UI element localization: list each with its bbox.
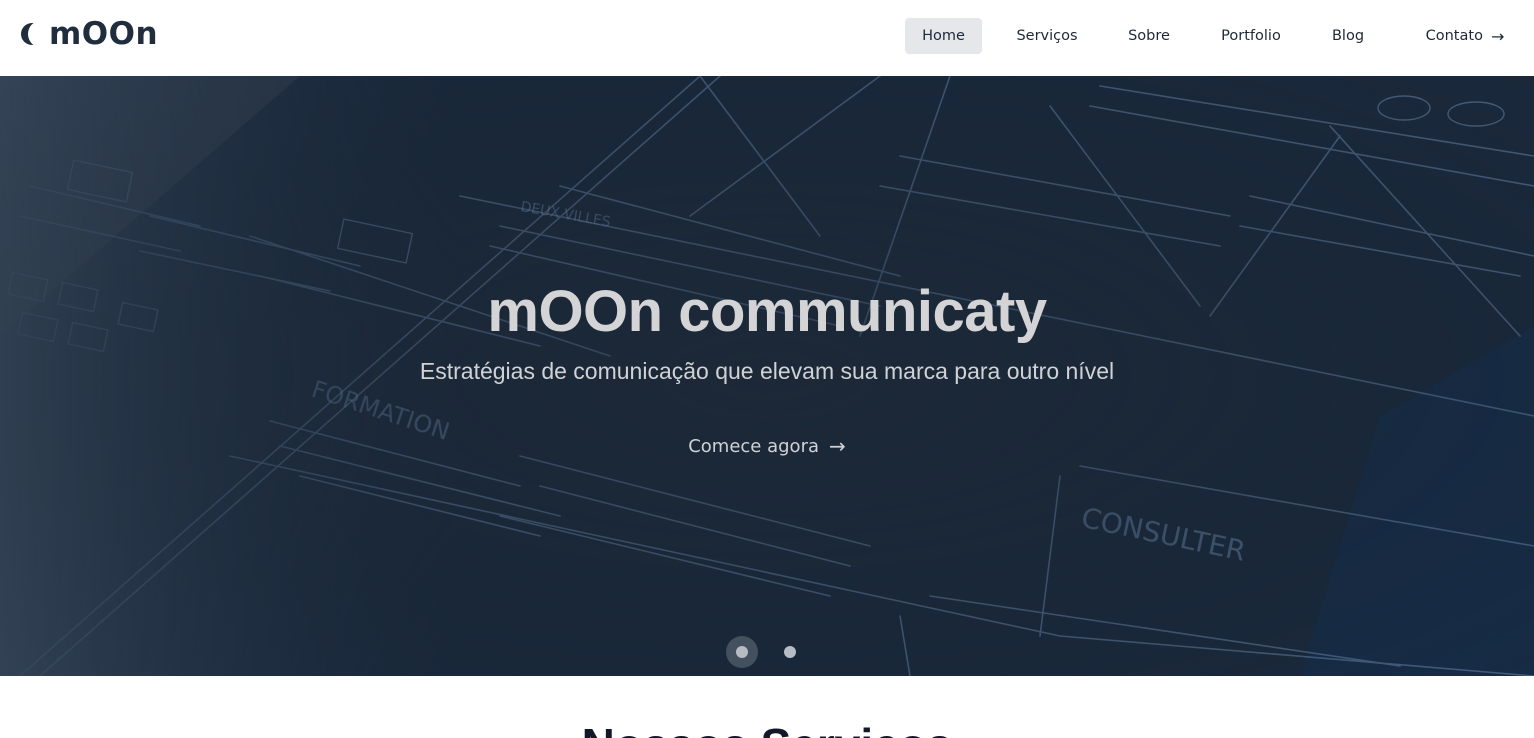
comece-agora-button[interactable]: Comece agora →	[667, 428, 867, 464]
nav-portfolio[interactable]: Portfolio	[1208, 18, 1294, 54]
nav-portfolio-label: Portfolio	[1221, 28, 1281, 44]
carousel-indicators	[0, 636, 1534, 668]
dot-indicator	[784, 646, 796, 658]
nav-servicos-label: Serviços	[1016, 28, 1078, 44]
section-title: Nossos Serviços	[0, 718, 1534, 738]
carousel-dot-1[interactable]	[726, 636, 758, 668]
cta-label: Comece agora	[688, 435, 819, 457]
hero-title: mOOn communicaty	[487, 279, 1047, 344]
dot-indicator	[736, 646, 748, 658]
nav-servicos[interactable]: Serviços	[1004, 18, 1090, 54]
hero-carousel: DEUX VILLES FORMATION CONSULTER mOOn com…	[0, 76, 1534, 676]
nav-home-label: Home	[922, 28, 965, 44]
logo-text: mOOn	[49, 16, 159, 52]
logo[interactable]: mOOn	[21, 16, 158, 52]
crescent-moon-icon	[21, 21, 43, 47]
nav-sobre-label: Sobre	[1128, 28, 1170, 44]
nav-blog[interactable]: Blog	[1320, 18, 1376, 54]
nav-contato-button[interactable]: Contato →	[1410, 18, 1520, 54]
site-header: mOOn Home Serviços Sobre Portfolio Blog …	[0, 0, 1534, 76]
nav-sobre[interactable]: Sobre	[1116, 18, 1182, 54]
nav-contato-label: Contato	[1425, 28, 1483, 44]
arrow-right-icon: →	[829, 434, 846, 458]
carousel-dot-2[interactable]	[774, 636, 806, 668]
nav-home[interactable]: Home	[905, 18, 982, 54]
nav-blog-label: Blog	[1331, 28, 1365, 44]
arrow-right-icon: →	[1490, 26, 1505, 46]
hero-subtitle: Estratégias de comunicação que elevam su…	[419, 358, 1115, 384]
